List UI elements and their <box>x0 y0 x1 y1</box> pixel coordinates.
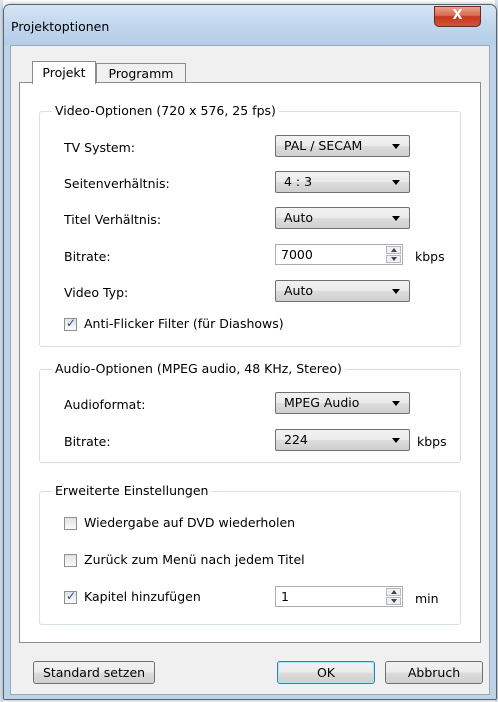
chevron-down-icon <box>392 180 400 185</box>
tv-system-label: TV System: <box>64 140 135 155</box>
video-type-label: Video Typ: <box>64 285 129 300</box>
audio-bitrate-value: 224 <box>284 432 308 447</box>
ok-label: OK <box>316 665 336 680</box>
arrow-up-icon <box>391 590 397 594</box>
chevron-down-icon <box>392 144 400 149</box>
spin-down-button[interactable] <box>386 597 401 605</box>
tab-programm-label: Programm <box>108 66 174 81</box>
video-type-select[interactable]: Auto <box>275 280 410 302</box>
video-bitrate-label: Bitrate: <box>64 249 111 264</box>
window-title: Projektoptionen <box>11 19 110 34</box>
antiflicker-checkbox[interactable]: ✓ <box>64 316 77 331</box>
tab-programm[interactable]: Programm <box>96 63 186 83</box>
aspect-ratio-value: 4 : 3 <box>284 174 313 189</box>
antiflicker-label[interactable]: Anti-Flicker Filter (für Diashows) <box>84 316 284 331</box>
cancel-label: Abbruch <box>407 665 461 680</box>
video-bitrate-value: 7000 <box>281 247 313 262</box>
title-ratio-label: Titel Verhältnis: <box>64 212 162 227</box>
back-to-menu-checkbox[interactable] <box>64 554 77 567</box>
cancel-button[interactable]: Abbruch <box>385 661 483 684</box>
ok-button[interactable]: OK <box>277 661 375 684</box>
video-bitrate-unit: kbps <box>415 249 445 264</box>
chevron-down-icon <box>392 438 400 443</box>
chapters-interval-value: 1 <box>281 589 289 604</box>
arrow-up-icon <box>391 248 397 252</box>
audio-format-value: MPEG Audio <box>284 395 360 410</box>
audio-format-label: Audioformat: <box>64 397 146 412</box>
checkmark-icon: ✓ <box>66 589 77 603</box>
title-bar[interactable]: Projektoptionen X <box>4 5 496 45</box>
tab-projekt-label: Projekt <box>42 65 86 80</box>
chapters-interval-stepper[interactable]: 1 <box>275 586 403 607</box>
reset-defaults-button[interactable]: Standard setzen <box>33 661 155 684</box>
reset-defaults-label: Standard setzen <box>42 665 146 680</box>
repeat-checkbox[interactable] <box>64 517 77 530</box>
video-bitrate-stepper[interactable]: 7000 <box>275 244 403 265</box>
title-ratio-value: Auto <box>284 210 314 225</box>
chevron-down-icon <box>392 401 400 406</box>
tv-system-value: PAL / SECAM <box>284 138 363 153</box>
arrow-down-icon <box>391 257 397 261</box>
audio-options-title: Audio-Optionen (MPEG audio, 48 KHz, Ster… <box>52 361 345 376</box>
tab-projekt[interactable]: Projekt <box>32 61 96 84</box>
audio-bitrate-unit: kbps <box>417 434 447 449</box>
audio-bitrate-select[interactable]: 224 <box>275 429 410 451</box>
back-to-menu-label[interactable]: Zurück zum Menü nach jedem Titel <box>84 552 305 567</box>
audio-format-select[interactable]: MPEG Audio <box>275 392 410 414</box>
chevron-down-icon <box>392 216 400 221</box>
chapters-spin-buttons <box>386 588 401 605</box>
chapters-label[interactable]: Kapitel hinzufügen <box>84 589 201 604</box>
aspect-ratio-select[interactable]: 4 : 3 <box>275 171 410 193</box>
chapters-checkbox[interactable]: ✓ <box>64 589 77 604</box>
spin-up-button[interactable] <box>386 588 401 596</box>
tab-panel: Video-Optionen (720 x 576, 25 fps) TV Sy… <box>19 82 481 643</box>
advanced-settings-title: Erweiterte Einstellungen <box>52 483 212 498</box>
audio-bitrate-label: Bitrate: <box>64 434 111 449</box>
arrow-down-icon <box>391 599 397 603</box>
spin-down-button[interactable] <box>386 255 401 263</box>
video-type-value: Auto <box>284 283 314 298</box>
chapters-interval-unit: min <box>415 591 439 606</box>
tv-system-select[interactable]: PAL / SECAM <box>275 135 410 157</box>
close-button[interactable]: X <box>434 6 481 27</box>
spin-up-button[interactable] <box>386 246 401 254</box>
repeat-label[interactable]: Wiedergabe auf DVD wiederholen <box>84 515 295 530</box>
video-bitrate-spin-buttons <box>386 246 401 263</box>
video-options-title: Video-Optionen (720 x 576, 25 fps) <box>52 103 279 118</box>
chevron-down-icon <box>392 289 400 294</box>
checkmark-icon: ✓ <box>66 316 77 330</box>
aspect-ratio-label: Seitenverhältnis: <box>64 176 170 191</box>
close-icon: X <box>452 8 463 23</box>
title-ratio-select[interactable]: Auto <box>275 207 410 229</box>
